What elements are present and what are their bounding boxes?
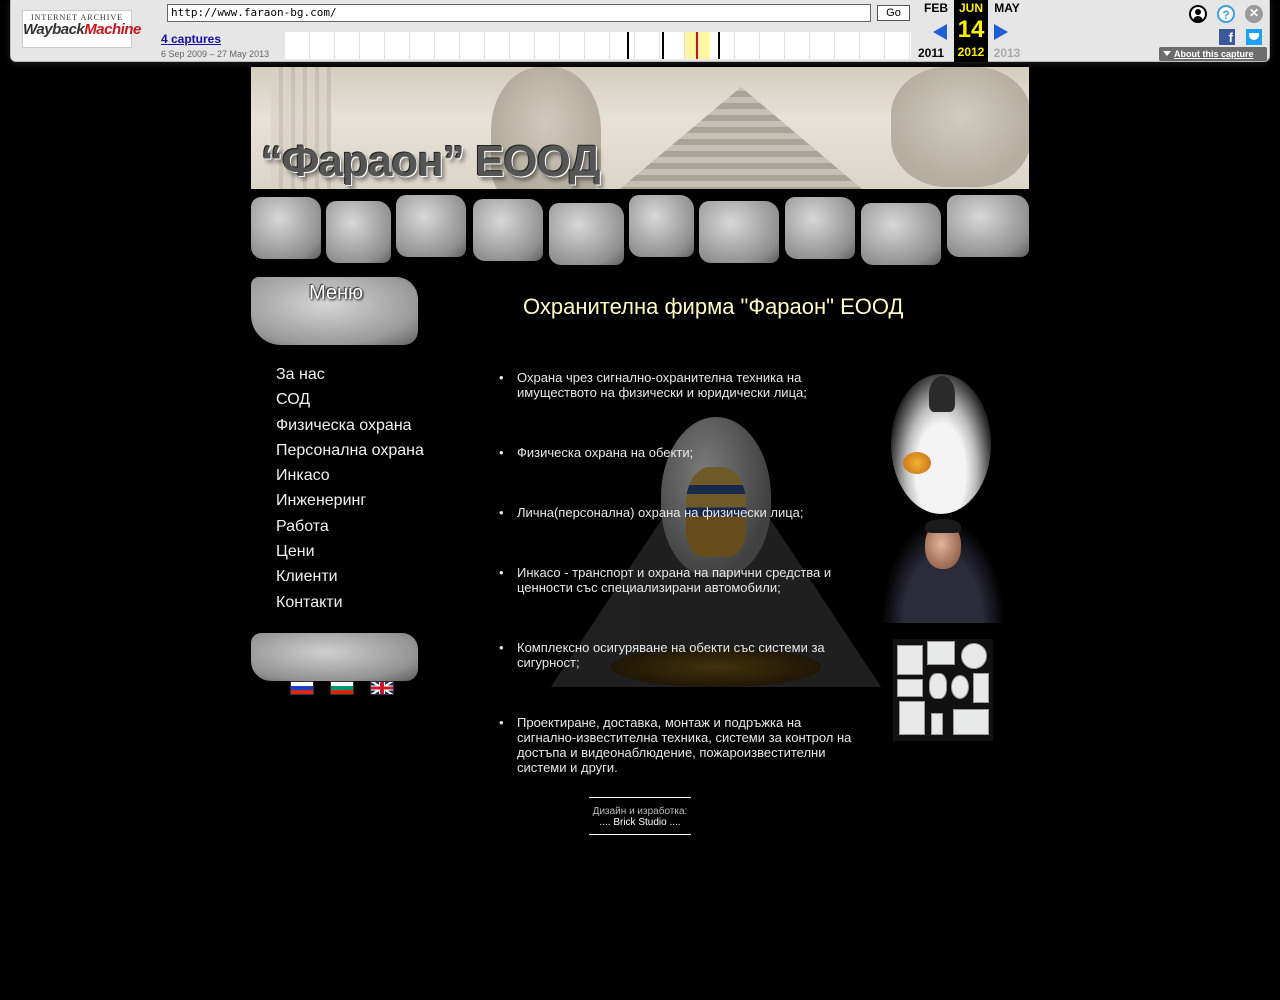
- nav-item-physical-security[interactable]: Физическа охрана: [276, 416, 424, 441]
- nav-item-about[interactable]: За нас: [276, 365, 424, 390]
- bg-flag-icon[interactable]: [330, 681, 354, 695]
- en-flag-icon[interactable]: [370, 681, 394, 695]
- security-guard-photo: [881, 517, 1005, 623]
- keypad-device: [897, 645, 923, 675]
- next-month-label[interactable]: MAY: [990, 1, 1024, 15]
- about-capture-label: About this capture: [1174, 49, 1254, 59]
- site-logo-title[interactable]: “Фараон” ЕООД: [261, 137, 601, 187]
- wall-stone: [549, 203, 624, 265]
- wall-stone: [947, 195, 1029, 257]
- car-logo: [903, 452, 931, 474]
- service-item: Лична(персонална) охрана на физически ли…: [499, 505, 859, 520]
- detector-device: [973, 673, 989, 703]
- capture-tick: [662, 32, 664, 59]
- footer-studio-link[interactable]: .... Brick Studio ....: [589, 817, 691, 828]
- logo-machine-word: Machine: [84, 21, 141, 38]
- keypad-device: [953, 709, 989, 735]
- service-item: Проектиране, доставка, монтаж и подръжка…: [499, 715, 859, 775]
- wall-stone: [396, 195, 466, 257]
- sensor-device: [961, 643, 987, 669]
- next-arrow-icon[interactable]: [994, 24, 1008, 40]
- wayback-logo[interactable]: INTERNET ARCHIVE WaybackMachine: [22, 10, 141, 48]
- current-date-box: JUN 14 2012: [954, 0, 988, 62]
- nav-item-contacts[interactable]: Контакти: [276, 593, 424, 618]
- current-year: 2012: [957, 45, 985, 59]
- prev-arrow-icon[interactable]: [933, 24, 947, 40]
- logo-wayback-word: Wayback: [23, 21, 85, 38]
- guard-hair: [925, 519, 961, 533]
- footer-credit: Дизайн и изработка: .... Brick Studio ..…: [589, 797, 691, 835]
- wall-stone: [251, 197, 321, 259]
- help-icon[interactable]: ?: [1217, 5, 1235, 23]
- wall-stone: [699, 201, 779, 263]
- footer-design-label: Дизайн и изработка:: [592, 806, 688, 817]
- current-month-label: JUN: [958, 1, 983, 15]
- alarm-equipment-photo: [893, 639, 993, 741]
- page-title: Охранителна фирма "Фараон" ЕООД: [523, 294, 904, 319]
- capture-tick: [627, 32, 629, 59]
- current-day: 14: [957, 16, 985, 43]
- decorative-stone-image: [251, 633, 418, 681]
- wall-stone: [861, 203, 941, 265]
- site-page: “Фараон” ЕООД Меню За нас СОД Физическа …: [251, 67, 1029, 967]
- guard-figure: [929, 376, 955, 412]
- detector-device: [929, 673, 947, 699]
- next-year-label: 2013: [993, 46, 1021, 60]
- wall-stone: [473, 199, 543, 261]
- capture-range: 6 Sep 2009 – 27 May 2013: [161, 49, 270, 59]
- nav-item-personal-security[interactable]: Персонална охрана: [276, 441, 424, 466]
- wayback-toolbar: INTERNET ARCHIVE WaybackMachine http://w…: [10, 0, 1270, 62]
- about-capture-button[interactable]: About this capture: [1159, 47, 1267, 61]
- dropdown-icon: [1163, 51, 1171, 56]
- capture-sparkline[interactable]: [285, 32, 911, 59]
- wall-stone: [326, 201, 391, 263]
- detector-device: [897, 679, 923, 697]
- current-capture-marker: [696, 32, 698, 59]
- nav-item-jobs[interactable]: Работа: [276, 517, 424, 542]
- main-nav: За нас СОД Физическа охрана Персонална о…: [276, 365, 424, 618]
- siren-device: [951, 675, 969, 699]
- service-item: Инкасо - транспорт и охрана на парични с…: [499, 565, 859, 595]
- control-panel-device: [899, 701, 925, 735]
- ru-flag-icon[interactable]: [290, 681, 314, 695]
- banner-statue-image: [891, 67, 1029, 187]
- capture-tick: [718, 32, 720, 59]
- panel-device: [927, 641, 955, 665]
- close-icon[interactable]: ✕: [1245, 5, 1263, 23]
- nav-item-cash-transport[interactable]: Инкасо: [276, 466, 424, 491]
- nav-item-engineering[interactable]: Инженеринг: [276, 491, 424, 516]
- logo-main-text: WaybackMachine: [23, 21, 141, 38]
- nav-item-sod[interactable]: СОД: [276, 390, 424, 415]
- service-item: Охрана чрез сигнално-охранителна техника…: [499, 370, 859, 400]
- go-button[interactable]: Go: [877, 5, 910, 21]
- wall-stone: [629, 195, 694, 257]
- menu-label: Меню: [308, 282, 364, 304]
- prev-year-label[interactable]: 2011: [914, 46, 948, 60]
- wall-stone: [785, 197, 855, 259]
- facebook-icon[interactable]: f: [1219, 29, 1235, 45]
- prev-month-label[interactable]: FEB: [919, 1, 953, 15]
- service-item: Физическа охрана на обекти;: [499, 445, 859, 460]
- security-car-photo: [891, 374, 991, 514]
- url-input[interactable]: http://www.faraon-bg.com/: [167, 4, 871, 22]
- user-icon[interactable]: [1189, 5, 1207, 23]
- service-item: Комплексно осигуряване на обекти със сис…: [499, 640, 859, 670]
- twitter-icon[interactable]: [1246, 29, 1262, 45]
- captures-link[interactable]: 4 captures: [161, 32, 221, 46]
- header-banner: “Фараон” ЕООД: [251, 67, 1029, 272]
- nav-item-clients[interactable]: Клиенти: [276, 567, 424, 592]
- nav-item-prices[interactable]: Цени: [276, 542, 424, 567]
- remote-device: [931, 713, 943, 735]
